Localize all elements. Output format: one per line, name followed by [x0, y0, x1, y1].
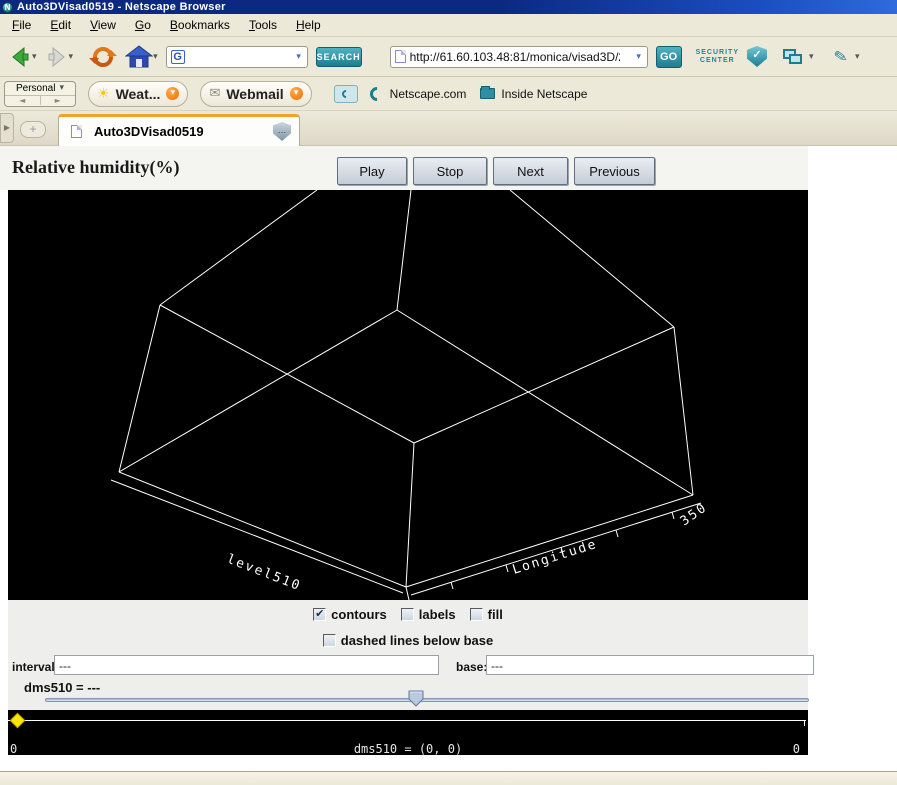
google-icon: G [171, 50, 185, 64]
webmail-badge-icon: ▾ [290, 87, 303, 100]
visad-3d-display[interactable]: level510 Longitude 350 [8, 190, 808, 600]
tab-title: Auto3DVisad0519 [94, 124, 204, 139]
home-icon[interactable] [125, 44, 153, 70]
range-end-tick [804, 720, 805, 726]
reload-icon[interactable] [89, 44, 117, 70]
dms510-value-label: dms510 = --- [24, 680, 100, 695]
axis-label-level510: level510 [225, 552, 304, 595]
menu-help[interactable]: Help [288, 16, 332, 34]
inside-netscape-link[interactable]: Inside Netscape [501, 87, 587, 101]
dms510-slider-thumb[interactable] [408, 690, 425, 707]
interval-field[interactable]: --- [54, 655, 439, 675]
base-field[interactable]: --- [486, 655, 814, 675]
base-label: base: [456, 660, 487, 674]
dashed-lines-checkbox-box[interactable] [323, 634, 336, 647]
personal-prev-icon[interactable]: ◄ [5, 96, 41, 105]
personal-next-icon[interactable]: ► [41, 96, 76, 105]
menu-bar: File Edit View Go Bookmarks Tools Help [0, 14, 897, 37]
weather-button[interactable]: ☀ Weat... ▾ [88, 81, 188, 107]
netscape-com-link[interactable]: Netscape.com [390, 87, 467, 101]
title-bar: N Auto3DVisad0519 - Netscape Browser [0, 0, 897, 14]
browser-window: N Auto3DVisad0519 - Netscape Browser Fil… [0, 0, 897, 785]
applet-header: Relative humidity(%) Play Stop Next Prev… [0, 146, 808, 190]
weather-badge-icon: ▾ [166, 87, 179, 100]
dms510-range-widget[interactable]: 0 dms510 = (0, 0) 0 [8, 710, 808, 755]
tab-bar: ▶ + Auto3DVisad0519 … [0, 111, 897, 146]
dashed-lines-checkbox[interactable]: dashed lines below base [323, 633, 493, 648]
wireframe-box: level510 Longitude 350 [8, 190, 808, 600]
personal-toolbar: Personal ▾ ◄ ► ☀ Weat... ▾ ✉ Webmail ▾ N… [0, 77, 897, 111]
contours-label: contours [331, 607, 387, 622]
netscape-logo-icon: N [2, 2, 13, 13]
folder-icon [480, 88, 495, 99]
search-dropdown-icon[interactable]: ▾ [291, 52, 307, 62]
forward-dropdown-icon[interactable]: ▾ [69, 52, 74, 62]
tab-page-icon [71, 125, 82, 138]
interval-label: interval: [12, 660, 59, 674]
range-max-value: 0 [793, 742, 800, 756]
next-button[interactable]: Next [493, 157, 568, 185]
page-icon [395, 50, 406, 63]
contours-checkbox[interactable]: contours [313, 607, 387, 622]
window-bottom-edge [0, 772, 897, 785]
page-title: Relative humidity(%) [12, 157, 179, 178]
menu-bookmarks[interactable]: Bookmarks [162, 16, 241, 34]
multibar-dropdown-icon[interactable]: ▾ [809, 52, 814, 62]
navigation-toolbar: ▾ ▾ ▾ G ▾ SEARCH http://6 [0, 37, 897, 77]
menu-go[interactable]: Go [127, 16, 162, 34]
url-dropdown-icon[interactable]: ▾ [631, 52, 647, 62]
tab-active[interactable]: Auto3DVisad0519 … [58, 114, 300, 146]
dms510-slider-track[interactable] [45, 698, 809, 702]
back-icon[interactable] [8, 45, 32, 69]
search-button[interactable]: SEARCH [316, 47, 362, 67]
home-dropdown-icon[interactable]: ▾ [153, 52, 158, 62]
sidebar-toggle-icon[interactable]: ▶ [0, 113, 14, 143]
labels-checkbox[interactable]: labels [401, 607, 456, 622]
play-button[interactable]: Play [337, 157, 407, 185]
tab-shield-icon[interactable]: … [273, 122, 291, 141]
weather-label: Weat... [116, 86, 161, 102]
menu-file[interactable]: File [4, 16, 42, 34]
personal-dropdown-icon: ▾ [59, 83, 64, 94]
back-dropdown-icon[interactable]: ▾ [32, 52, 37, 62]
webmail-label: Webmail [226, 86, 283, 102]
range-marker-icon[interactable] [10, 713, 26, 729]
personal-folder-widget[interactable]: Personal ▾ ◄ ► [4, 81, 76, 107]
security-shield-icon[interactable]: ✓ [747, 46, 767, 67]
pen-icon[interactable]: ✎ [832, 46, 849, 67]
pen-dropdown-icon[interactable]: ▾ [855, 52, 860, 62]
fill-label: fill [488, 607, 503, 622]
new-tab-button[interactable]: + [20, 121, 46, 138]
previous-button[interactable]: Previous [574, 157, 655, 185]
envelope-icon: ✉ [209, 86, 220, 101]
applet-controls: contours labels fill dashed lines below … [8, 600, 808, 710]
stop-button[interactable]: Stop [413, 157, 487, 185]
axis-label-longitude: Longitude [511, 537, 600, 578]
search-input[interactable]: G ▾ [166, 46, 308, 68]
menu-tools[interactable]: Tools [241, 16, 288, 34]
range-status-text: dms510 = (0, 0) [8, 742, 808, 756]
window-title: Auto3DVisad0519 - Netscape Browser [17, 1, 226, 13]
add-bookmark-button[interactable] [334, 85, 358, 103]
range-line [8, 720, 806, 721]
webmail-button[interactable]: ✉ Webmail ▾ [200, 81, 311, 107]
personal-label: Personal [16, 83, 55, 94]
menu-edit[interactable]: Edit [42, 16, 82, 34]
fill-checkbox[interactable]: fill [470, 607, 503, 622]
fill-checkbox-box[interactable] [470, 608, 483, 621]
url-bar[interactable]: http://61.60.103.48:81/monica/visad3D/20… [390, 46, 648, 68]
forward-icon[interactable] [45, 45, 69, 69]
labels-label: labels [419, 607, 456, 622]
netscape-swoosh-icon [367, 84, 387, 104]
contours-checkbox-box[interactable] [313, 608, 326, 621]
labels-checkbox-box[interactable] [401, 608, 414, 621]
sun-icon: ☀ [97, 86, 110, 102]
menu-view[interactable]: View [82, 16, 127, 34]
multibar-icon[interactable] [783, 49, 803, 65]
url-text[interactable]: http://61.60.103.48:81/monica/visad3D/20… [410, 50, 620, 64]
dashed-lines-label: dashed lines below base [341, 633, 493, 648]
security-center-label[interactable]: SECURITY CENTER [696, 49, 739, 65]
axis-tick-350: 350 [678, 500, 711, 529]
go-button[interactable]: GO [656, 46, 682, 68]
